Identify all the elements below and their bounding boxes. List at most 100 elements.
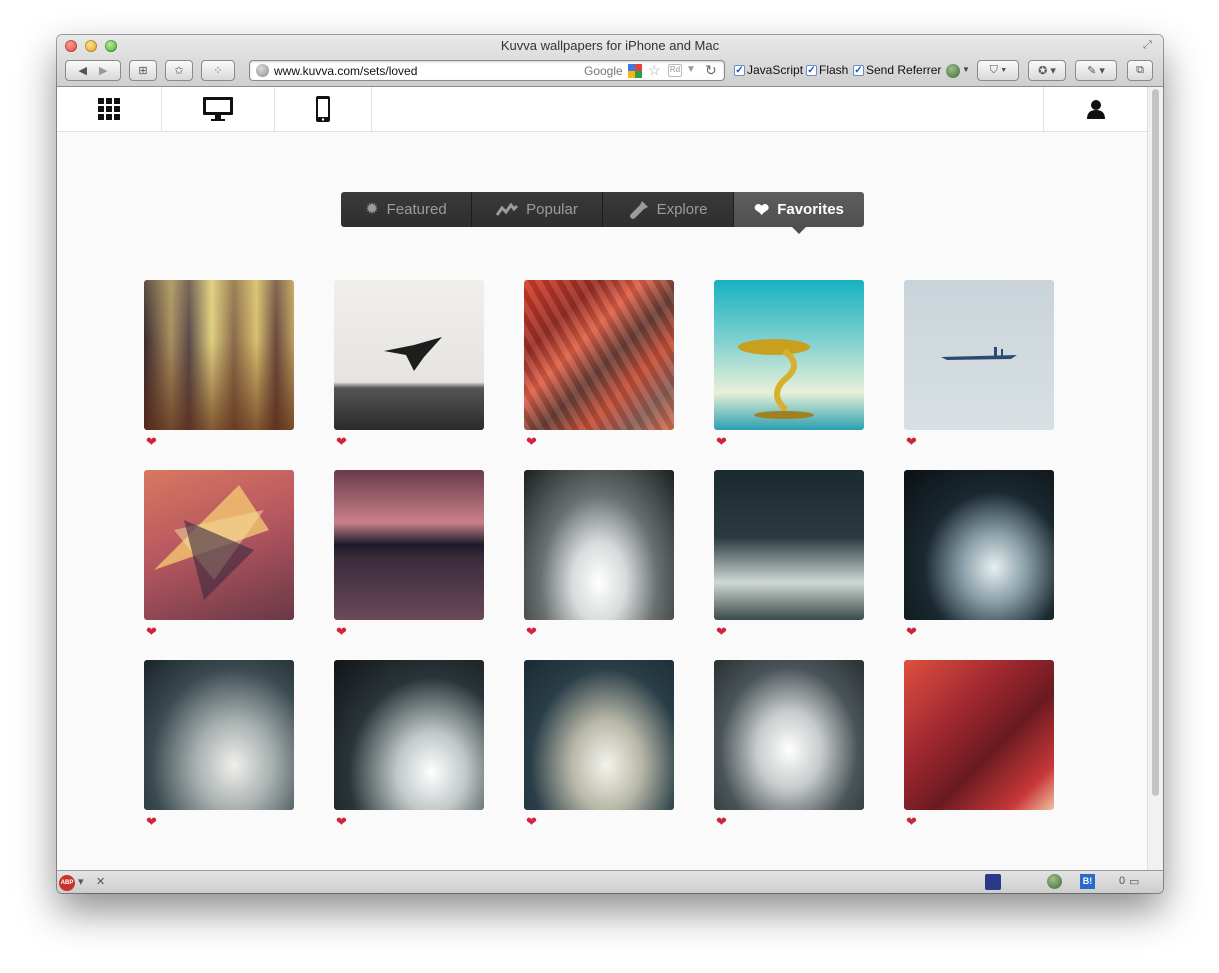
wallpaper-card[interactable]: ❤ [904,280,1054,450]
wallpaper-card[interactable]: ❤ [144,280,294,450]
favorite-heart-icon[interactable]: ❤ [906,625,917,638]
wallpaper-card[interactable]: ❤ [714,280,864,450]
nav-all-apps[interactable] [57,87,162,131]
favorite-star-icon[interactable]: ☆ [648,62,661,79]
speed-dial-icon[interactable] [985,874,1001,890]
wallpaper-card[interactable]: ❤ [334,280,484,450]
adblock-icon[interactable]: ABP [59,875,75,891]
bookmark-menu-icon: ✪ ▾ [1038,65,1056,77]
wallpaper-thumbnail[interactable] [334,470,484,620]
badge-icon: ✹ [365,200,379,218]
tab-favorites[interactable]: ❤ Favorites [734,192,864,234]
checkbox-label: Send Referrer [866,63,942,77]
checkbox-label: JavaScript [747,63,804,77]
heart-icon: ❤ [754,199,770,220]
globe-icon [256,64,269,77]
wallpaper-card[interactable]: ❤ [334,470,484,640]
flash-checkbox[interactable]: ✓ Flash [806,63,848,77]
hatena-bookmark-icon[interactable]: B! [1080,874,1095,889]
favorite-heart-icon[interactable]: ❤ [716,435,727,448]
wallpaper-thumbnail[interactable] [524,280,674,430]
extension-status-icon[interactable] [946,64,960,78]
fullscreen-icon[interactable]: ⤢ [1143,39,1155,51]
scrollbar-thumb[interactable] [1152,89,1159,796]
status-globe-icon[interactable] [1047,874,1062,889]
nav-desktop[interactable] [162,87,275,131]
wallpaper-card[interactable]: ❤ [714,660,864,830]
wallpaper-thumbnail[interactable] [904,660,1054,810]
send-referrer-checkbox[interactable]: ✓ Send Referrer [853,63,941,77]
wallpaper-card[interactable]: ❤ [714,470,864,640]
page-scrollbar[interactable] [1147,87,1163,870]
pocket-button[interactable]: ⛉ ▾ [977,60,1019,81]
wallpaper-card[interactable]: ❤ [144,660,294,830]
wallpaper-thumbnail[interactable] [714,470,864,620]
add-bookmark-button[interactable]: ⊞ [129,60,157,81]
checkmark-icon[interactable]: ✓ [853,64,864,76]
reader-icon[interactable]: Rd [668,64,682,77]
wallpaper-thumbnail[interactable] [904,280,1054,430]
wallpaper-thumbnail[interactable] [524,660,674,810]
favorite-heart-icon[interactable]: ❤ [146,625,157,638]
favorite-heart-icon[interactable]: ❤ [336,815,347,828]
favorite-heart-icon[interactable]: ❤ [146,435,157,448]
favorite-heart-icon[interactable]: ❤ [906,815,917,828]
google-icon[interactable] [628,64,642,78]
favorite-heart-icon[interactable]: ❤ [336,435,347,448]
wallpaper-card[interactable]: ❤ [524,280,674,450]
extension-dots-icon: ⁘ [213,65,223,77]
favorite-heart-icon[interactable]: ❤ [906,435,917,448]
extension-button[interactable]: ⁘ [201,60,235,81]
wallpaper-card[interactable]: ❤ [334,660,484,830]
wallpaper-card[interactable]: ❤ [904,660,1054,830]
wallpaper-thumbnail[interactable] [334,280,484,430]
tools-button[interactable]: ✎ ▾ [1075,60,1117,81]
wallpaper-card[interactable]: ❤ [144,470,294,640]
back-forward-buttons[interactable]: ◀ ▶ [65,60,121,81]
address-bar[interactable]: www.kuvva.com/sets/loved Google ☆ Rd ▼ ↻ [249,60,725,81]
wallpaper-thumbnail[interactable] [714,660,864,810]
favorite-heart-icon[interactable]: ❤ [526,815,537,828]
favorite-heart-icon[interactable]: ❤ [716,815,727,828]
favorite-heart-icon[interactable]: ❤ [526,625,537,638]
chevron-down-icon[interactable]: ▾ [78,875,84,888]
dropdown-arrow-icon[interactable]: ▼ [686,64,696,75]
url-text[interactable]: www.kuvva.com/sets/loved [274,64,417,78]
wallpaper-thumbnail[interactable] [334,660,484,810]
tab-explore[interactable]: Explore [603,192,734,227]
bookmark-menu-button[interactable]: ✪ ▾ [1028,60,1066,81]
chevron-down-icon[interactable]: ▼ [962,65,970,74]
checkmark-icon[interactable]: ✓ [806,64,817,76]
wallpaper-card[interactable]: ❤ [524,470,674,640]
wallpaper-thumbnail[interactable] [904,470,1054,620]
nav-phone[interactable] [275,87,372,131]
wallpaper-card[interactable]: ❤ [904,470,1054,640]
window-title: Kuvva wallpapers for iPhone and Mac [500,38,720,53]
favorite-heart-icon[interactable]: ❤ [526,435,537,448]
comment-icon[interactable]: ▭ [1129,875,1139,888]
forward-arrow-icon[interactable]: ▶ [99,64,107,77]
browser-titlebar: Kuvva wallpapers for iPhone and Mac ⤢ ◀ … [57,35,1163,87]
reload-icon[interactable]: ↻ [705,62,717,79]
screenshot-icon: ⧉ [1136,64,1144,76]
javascript-checkbox[interactable]: ✓ JavaScript [734,63,803,77]
favorite-heart-icon[interactable]: ❤ [336,625,347,638]
wallpaper-thumbnail[interactable] [714,280,864,430]
wallpaper-thumbnail[interactable] [144,280,294,430]
tab-featured[interactable]: ✹ Featured [341,192,472,227]
user-icon [1086,100,1105,119]
browser-window: Kuvva wallpapers for iPhone and Mac ⤢ ◀ … [57,35,1163,893]
checkmark-icon[interactable]: ✓ [734,64,745,76]
bookmarks-button[interactable]: ✩ [165,60,193,81]
wallpaper-thumbnail[interactable] [524,470,674,620]
wallpaper-card[interactable]: ❤ [524,660,674,830]
close-icon[interactable]: ✕ [96,875,105,888]
wallpaper-thumbnail[interactable] [144,660,294,810]
favorite-heart-icon[interactable]: ❤ [716,625,727,638]
back-arrow-icon[interactable]: ◀ [79,64,87,77]
wallpaper-thumbnail[interactable] [144,470,294,620]
nav-user-account[interactable] [1043,87,1147,131]
screenshot-button[interactable]: ⧉ [1127,60,1153,81]
tab-popular[interactable]: Popular [472,192,603,227]
favorite-heart-icon[interactable]: ❤ [146,815,157,828]
